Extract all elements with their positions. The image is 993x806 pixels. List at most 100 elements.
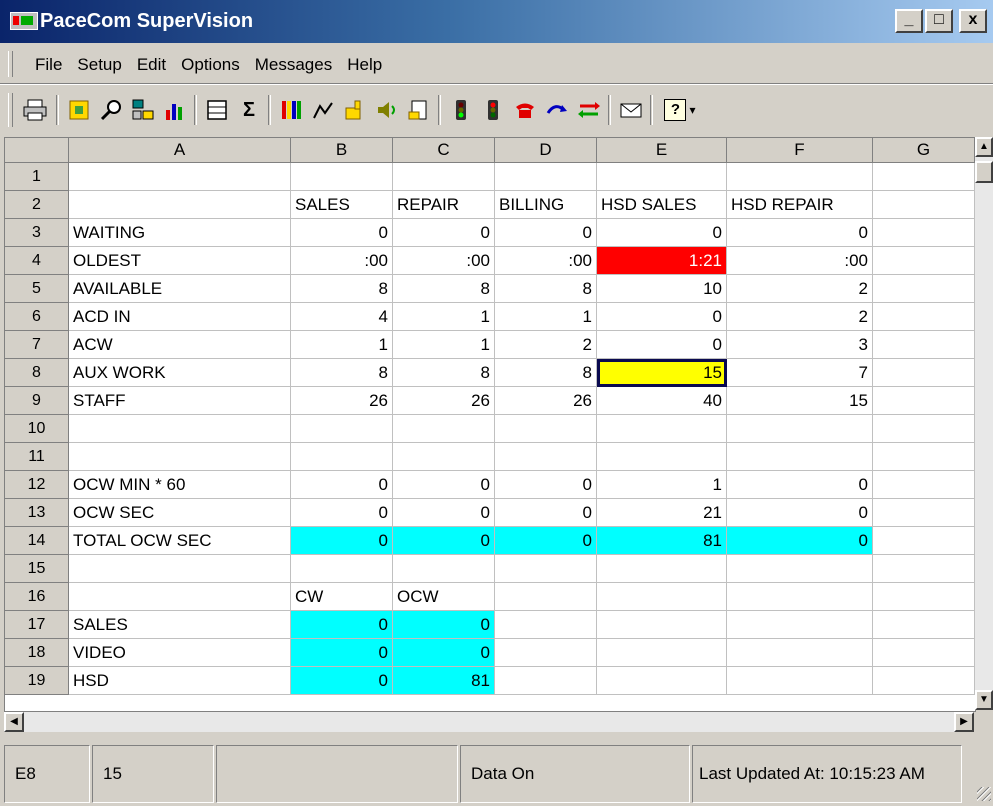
cell-d4[interactable]: :00 — [495, 247, 597, 275]
cell-c2[interactable]: REPAIR — [393, 191, 495, 219]
print-icon[interactable] — [22, 97, 48, 123]
column-header-a[interactable]: A — [69, 138, 291, 163]
cell-c1[interactable] — [393, 163, 495, 191]
row-header-6[interactable]: 6 — [5, 303, 69, 331]
cell-c9[interactable]: 26 — [393, 387, 495, 415]
cell-g17[interactable] — [873, 611, 975, 639]
cell-d14[interactable]: 0 — [495, 527, 597, 555]
list-icon[interactable] — [204, 97, 230, 123]
toolbar-grip[interactable] — [8, 93, 13, 127]
cell-c18[interactable]: 0 — [393, 639, 495, 667]
cell-f1[interactable] — [727, 163, 873, 191]
cell-f8[interactable]: 7 — [727, 359, 873, 387]
cell-b10[interactable] — [291, 415, 393, 443]
cell-f5[interactable]: 2 — [727, 275, 873, 303]
column-header-f[interactable]: F — [727, 138, 873, 163]
cell-f3[interactable]: 0 — [727, 219, 873, 247]
cell-b6[interactable]: 4 — [291, 303, 393, 331]
cell-a9[interactable]: STAFF — [69, 387, 291, 415]
cell-b14[interactable]: 0 — [291, 527, 393, 555]
cell-a17[interactable]: SALES — [69, 611, 291, 639]
row-header-4[interactable]: 4 — [5, 247, 69, 275]
menu-help[interactable]: Help — [346, 55, 383, 75]
cell-b8[interactable]: 8 — [291, 359, 393, 387]
bar-chart-icon[interactable] — [162, 97, 188, 123]
transfer-icon[interactable] — [576, 97, 602, 123]
cell-b16[interactable]: CW — [291, 583, 393, 611]
cell-e18[interactable] — [597, 639, 727, 667]
cell-e1[interactable] — [597, 163, 727, 191]
cell-b4[interactable]: :00 — [291, 247, 393, 275]
cell-d1[interactable] — [495, 163, 597, 191]
notes-icon[interactable] — [406, 97, 432, 123]
cell-d8[interactable]: 8 — [495, 359, 597, 387]
cell-d18[interactable] — [495, 639, 597, 667]
cell-b15[interactable] — [291, 555, 393, 583]
cell-d17[interactable] — [495, 611, 597, 639]
cell-b1[interactable] — [291, 163, 393, 191]
cell-g11[interactable] — [873, 443, 975, 471]
cell-d16[interactable] — [495, 583, 597, 611]
line-graph-icon[interactable] — [310, 97, 336, 123]
row-header-5[interactable]: 5 — [5, 275, 69, 303]
cell-c19[interactable]: 81 — [393, 667, 495, 695]
row-header-19[interactable]: 19 — [5, 667, 69, 695]
cell-c16[interactable]: OCW — [393, 583, 495, 611]
column-header-e[interactable]: E — [597, 138, 727, 163]
cell-g8[interactable] — [873, 359, 975, 387]
cell-c11[interactable] — [393, 443, 495, 471]
cell-a8[interactable]: AUX WORK — [69, 359, 291, 387]
mail-icon[interactable] — [618, 97, 644, 123]
cell-c10[interactable] — [393, 415, 495, 443]
maximize-button[interactable]: □ — [925, 9, 953, 33]
chevron-down-icon[interactable]: ▾ — [689, 103, 695, 117]
cell-b13[interactable]: 0 — [291, 499, 393, 527]
cell-g2[interactable] — [873, 191, 975, 219]
row-header-9[interactable]: 9 — [5, 387, 69, 415]
cell-a15[interactable] — [69, 555, 291, 583]
cell-f14[interactable]: 0 — [727, 527, 873, 555]
cell-a16[interactable] — [69, 583, 291, 611]
cell-e15[interactable] — [597, 555, 727, 583]
column-header-g[interactable]: G — [873, 138, 975, 163]
cell-f7[interactable]: 3 — [727, 331, 873, 359]
row-header-15[interactable]: 15 — [5, 555, 69, 583]
network-icon[interactable] — [130, 97, 156, 123]
cell-d5[interactable]: 8 — [495, 275, 597, 303]
row-header-2[interactable]: 2 — [5, 191, 69, 219]
row-header-7[interactable]: 7 — [5, 331, 69, 359]
cell-g16[interactable] — [873, 583, 975, 611]
cell-f9[interactable]: 15 — [727, 387, 873, 415]
cell-a18[interactable]: VIDEO — [69, 639, 291, 667]
scroll-left-button[interactable]: ◀ — [4, 712, 24, 732]
cell-f12[interactable]: 0 — [727, 471, 873, 499]
cell-b19[interactable]: 0 — [291, 667, 393, 695]
column-header-c[interactable]: C — [393, 138, 495, 163]
cell-e9[interactable]: 40 — [597, 387, 727, 415]
menu-options[interactable]: Options — [180, 55, 241, 75]
cell-f17[interactable] — [727, 611, 873, 639]
spreadsheet-grid[interactable]: A B C D E F G 1 2 SALES REPAIR BILLING HSD SALES HSD … — [4, 137, 976, 712]
cell-g18[interactable] — [873, 639, 975, 667]
cell-e4[interactable]: 1:21 — [597, 247, 727, 275]
cell-a6[interactable]: ACD IN — [69, 303, 291, 331]
select-all-corner[interactable] — [5, 138, 69, 163]
menu-edit[interactable]: Edit — [136, 55, 167, 75]
sum-icon[interactable]: Σ — [236, 97, 262, 123]
cell-e13[interactable]: 21 — [597, 499, 727, 527]
cell-a2[interactable] — [69, 191, 291, 219]
cell-g9[interactable] — [873, 387, 975, 415]
menu-messages[interactable]: Messages — [254, 55, 333, 75]
cell-b9[interactable]: 26 — [291, 387, 393, 415]
cell-a13[interactable]: OCW SEC — [69, 499, 291, 527]
cell-a5[interactable]: AVAILABLE — [69, 275, 291, 303]
scroll-up-button[interactable]: ▲ — [975, 137, 993, 157]
row-header-13[interactable]: 13 — [5, 499, 69, 527]
cell-c3[interactable]: 0 — [393, 219, 495, 247]
cell-c7[interactable]: 1 — [393, 331, 495, 359]
cell-e3[interactable]: 0 — [597, 219, 727, 247]
cell-d19[interactable] — [495, 667, 597, 695]
cell-c8[interactable]: 8 — [393, 359, 495, 387]
cell-e11[interactable] — [597, 443, 727, 471]
cell-e17[interactable] — [597, 611, 727, 639]
